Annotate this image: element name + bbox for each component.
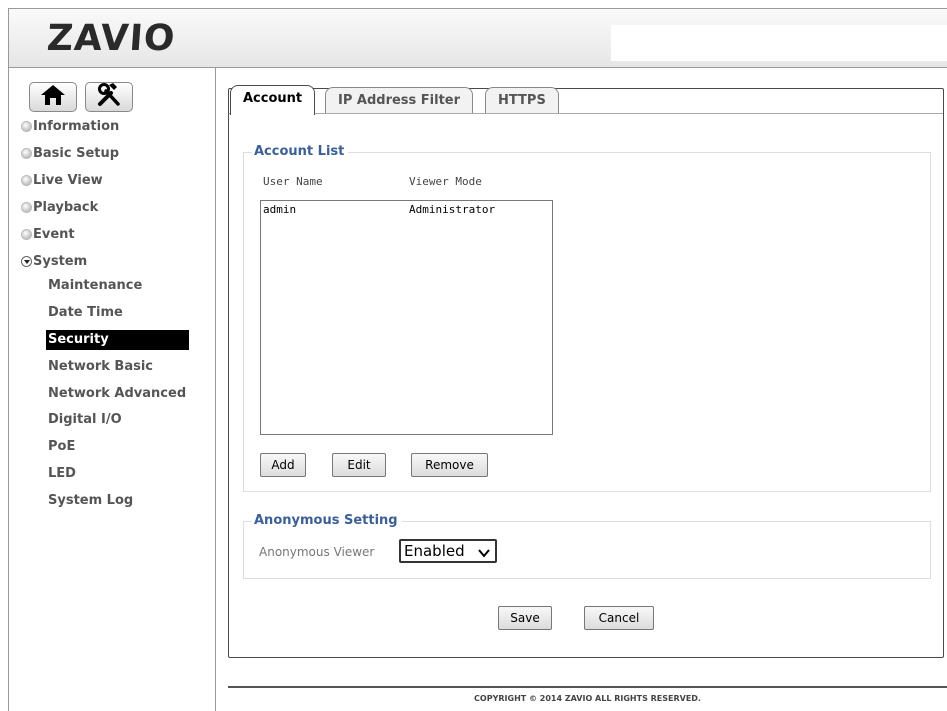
footer-divider xyxy=(228,686,947,688)
chevron-down-icon xyxy=(478,545,490,563)
sidebar-item-digital-io[interactable]: Digital I/O xyxy=(46,410,122,430)
anonymous-viewer-value: Enabled xyxy=(404,542,465,560)
zavio-logo: ZAVIO xyxy=(45,18,177,59)
nav-label: Information xyxy=(33,118,120,134)
sidebar-item-network-advanced[interactable]: Network Advanced xyxy=(46,384,186,404)
nav-playback[interactable]: Playback xyxy=(21,198,98,216)
sidebar: Information Basic Setup Live View Playba… xyxy=(8,68,216,711)
edit-button[interactable]: Edit xyxy=(332,453,386,477)
sidebar-item-security[interactable]: Security xyxy=(46,330,189,350)
sidebar-item-poe[interactable]: PoE xyxy=(46,437,75,457)
nav-information[interactable]: Information xyxy=(21,117,119,135)
bullet-icon xyxy=(21,228,32,240)
bullet-icon xyxy=(21,201,32,213)
remove-button[interactable]: Remove xyxy=(411,453,488,477)
cancel-button[interactable]: Cancel xyxy=(584,606,654,630)
add-button[interactable]: Add xyxy=(260,453,306,477)
tab-divider xyxy=(229,113,943,114)
tools-button[interactable] xyxy=(85,82,133,112)
content-panel: Account IP Address Filter HTTPS Account … xyxy=(228,85,944,658)
account-list-section: Account List User Name Viewer Mode admin… xyxy=(243,144,931,492)
save-button[interactable]: Save xyxy=(498,606,552,630)
nav-event[interactable]: Event xyxy=(21,225,75,243)
nav-system[interactable]: System xyxy=(21,252,87,270)
account-listbox[interactable]: admin Administrator xyxy=(260,200,553,435)
anonymous-setting-legend: Anonymous Setting xyxy=(252,513,402,528)
list-item-user: admin xyxy=(263,203,297,216)
column-header-user-name: User Name xyxy=(263,175,323,188)
bullet-icon xyxy=(21,147,32,159)
copyright-text: COPYRIGHT © 2014 ZAVIO ALL RIGHTS RESERV… xyxy=(474,694,701,703)
tab-https[interactable]: HTTPS xyxy=(485,87,559,113)
home-button[interactable] xyxy=(29,82,77,112)
tab-account[interactable]: Account xyxy=(230,85,316,115)
nav-live-view[interactable]: Live View xyxy=(21,171,103,189)
bullet-icon xyxy=(21,120,32,132)
anonymous-viewer-select[interactable]: Enabled xyxy=(399,539,497,563)
nav-label: Playback xyxy=(33,199,99,215)
nav-basic-setup[interactable]: Basic Setup xyxy=(21,144,119,162)
account-list-legend: Account List xyxy=(252,144,349,159)
column-header-viewer-mode: Viewer Mode xyxy=(409,175,482,188)
sidebar-item-led[interactable]: LED xyxy=(46,464,76,484)
sidebar-item-network-basic[interactable]: Network Basic xyxy=(46,357,153,377)
nav-label: Event xyxy=(33,226,75,242)
tab-ip-address-filter[interactable]: IP Address Filter xyxy=(325,87,474,113)
nav-label: Basic Setup xyxy=(33,145,120,161)
anonymous-setting-section: Anonymous Setting Anonymous Viewer Enabl… xyxy=(243,513,931,579)
anonymous-viewer-label: Anonymous Viewer xyxy=(259,545,375,559)
sidebar-item-maintenance[interactable]: Maintenance xyxy=(46,276,142,296)
home-icon xyxy=(40,84,66,110)
nav-label: Live View xyxy=(33,172,103,188)
expanded-bullet-icon xyxy=(21,255,32,267)
header-blank-area xyxy=(611,25,947,61)
sidebar-item-date-time[interactable]: Date Time xyxy=(46,303,123,323)
bullet-icon xyxy=(21,174,32,186)
header-bar: ZAVIO xyxy=(8,8,947,68)
tools-icon xyxy=(96,83,122,111)
nav-label: System xyxy=(33,253,88,269)
sidebar-item-system-log[interactable]: System Log xyxy=(46,491,133,511)
list-item-mode: Administrator xyxy=(409,203,496,216)
